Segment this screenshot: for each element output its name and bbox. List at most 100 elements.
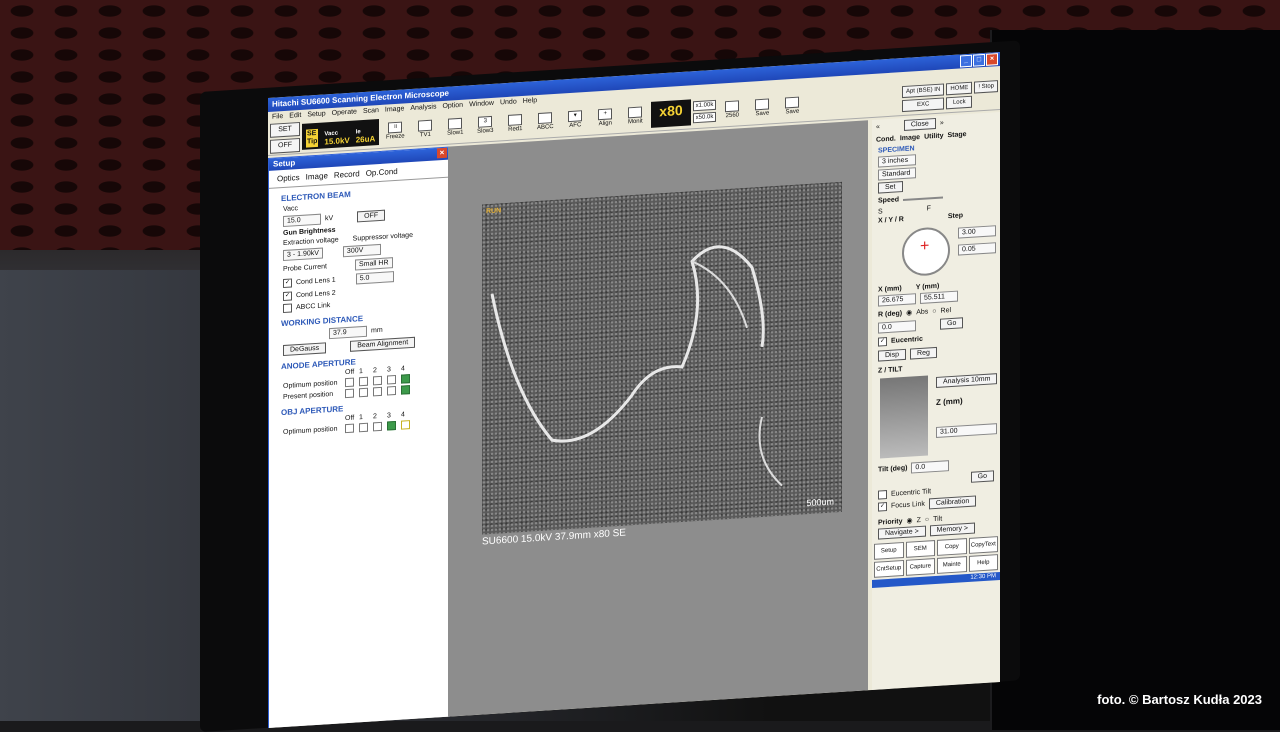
rel-radio[interactable]: ○ <box>932 307 936 314</box>
z-tilt-display[interactable] <box>880 375 928 459</box>
probe-mode-select[interactable]: Small HR <box>354 257 393 271</box>
anode-opt-2[interactable] <box>373 375 382 386</box>
menu-analysis[interactable]: Analysis <box>410 103 436 112</box>
analysis-button[interactable]: Analysis 10mm <box>936 373 998 388</box>
step-y-field[interactable]: 0.05 <box>958 242 996 256</box>
anode-opt-1[interactable] <box>359 376 368 387</box>
step-x-field[interactable]: 3.00 <box>958 225 996 239</box>
obj-opt-4[interactable] <box>401 420 410 430</box>
working-distance-select[interactable]: 37.9 <box>329 325 367 340</box>
cond-lens-1-checkbox[interactable]: ✓ <box>283 278 292 289</box>
eucentric-tilt-checkbox[interactable] <box>878 490 887 500</box>
tilt-value[interactable]: 0.0 <box>911 460 950 474</box>
obj-opt-2[interactable] <box>373 421 382 432</box>
tab-record[interactable]: Record <box>334 169 360 180</box>
memory-button[interactable]: Memory > <box>929 522 975 537</box>
afc-button[interactable]: ▾ AFC <box>561 109 589 131</box>
menu-setup[interactable]: Setup <box>307 110 325 118</box>
anode-pres-1[interactable] <box>359 387 368 398</box>
sem-micrograph[interactable]: RUN 500um <box>482 181 842 535</box>
speed-slider[interactable] <box>903 196 944 201</box>
navigate-button[interactable]: Navigate > <box>878 525 926 540</box>
vacc-select[interactable]: 15.0 <box>283 213 321 228</box>
eucentric-checkbox[interactable]: ✓ <box>878 337 887 347</box>
anode-opt-3[interactable] <box>387 374 396 385</box>
home-button[interactable]: HOME <box>946 81 973 96</box>
save-button-1[interactable]: Save <box>748 97 776 119</box>
anode-pres-off[interactable] <box>345 388 354 399</box>
obj-opt-off[interactable] <box>345 423 354 434</box>
stop-button[interactable]: ! Stop <box>974 80 998 94</box>
r-go-button[interactable]: Go <box>940 317 964 330</box>
maximize-button[interactable]: □ <box>973 53 985 67</box>
close-button[interactable]: × <box>986 53 998 66</box>
anode-opt-4[interactable] <box>401 374 410 384</box>
capture-shortcut[interactable]: Capture <box>905 558 935 576</box>
off-button[interactable]: OFF <box>270 137 300 154</box>
tab-op-cond[interactable]: Op.Cond <box>366 167 398 178</box>
prev-icon[interactable]: « <box>876 124 880 131</box>
setup-shortcut[interactable]: Setup <box>874 542 904 560</box>
panel-close-button[interactable]: Close <box>903 117 936 131</box>
menu-image[interactable]: Image <box>385 105 404 113</box>
vacc-off-button[interactable]: OFF <box>357 209 386 223</box>
disp-button[interactable]: Disp <box>878 348 907 362</box>
tilt-go-button[interactable]: Go <box>970 470 994 483</box>
save-button-2[interactable]: Save <box>778 95 806 117</box>
abcc-button[interactable]: ABCC <box>531 111 559 133</box>
tab-optics[interactable]: Optics <box>277 173 300 183</box>
resolution-2560-button[interactable]: 2560 <box>718 99 746 121</box>
menu-help[interactable]: Help <box>523 97 537 105</box>
r-value[interactable]: 0.0 <box>878 320 916 334</box>
menu-edit[interactable]: Edit <box>289 112 301 120</box>
sem-shortcut[interactable]: SEM <box>905 540 935 558</box>
reg-button[interactable]: Reg <box>910 346 937 360</box>
abcc-link-checkbox[interactable] <box>283 303 292 314</box>
extraction-voltage-select[interactable]: 3 - 1.90kV <box>283 247 323 262</box>
set-button[interactable]: SET <box>270 121 300 138</box>
specimen-set-button[interactable]: Set <box>878 181 903 194</box>
menu-operate[interactable]: Operate <box>332 108 357 117</box>
obj-opt-1[interactable] <box>359 422 368 433</box>
menu-scan[interactable]: Scan <box>363 107 379 115</box>
aperture-bse-button[interactable]: Apt (BSE) IN <box>901 83 945 99</box>
tab-stage[interactable]: Stage <box>948 131 967 139</box>
anode-pres-3[interactable] <box>387 385 396 396</box>
priority-tilt-radio[interactable]: ○ <box>925 516 929 523</box>
exc-button[interactable]: EXC <box>901 97 945 113</box>
stage-joystick[interactable] <box>902 226 950 278</box>
tab-image[interactable]: Image <box>306 171 328 181</box>
mag-preset-1k[interactable]: x1.00k <box>692 99 717 112</box>
degauss-button[interactable]: DeGauss <box>283 342 327 357</box>
monit-button[interactable]: Monit <box>621 105 649 127</box>
specimen-size[interactable]: 3 inches <box>878 154 916 168</box>
probe-current-select[interactable]: 5.0 <box>355 271 394 285</box>
specimen-holder[interactable]: Standard <box>878 167 916 181</box>
next-icon[interactable]: » <box>940 119 944 126</box>
slow3-button[interactable]: 3 Slow3 <box>471 114 499 136</box>
cntsetup-shortcut[interactable]: CntSetup <box>874 560 904 578</box>
priority-z-radio[interactable]: ◉ <box>907 516 913 524</box>
align-button[interactable]: + Align <box>591 107 619 129</box>
help-shortcut[interactable]: Help <box>968 554 998 572</box>
calibration-button[interactable]: Calibration <box>928 495 977 510</box>
obj-opt-3[interactable] <box>387 420 396 431</box>
menu-option[interactable]: Option <box>442 102 463 110</box>
tab-image-right[interactable]: Image <box>900 134 920 142</box>
copy-shortcut[interactable]: Copy <box>937 538 967 556</box>
cond-lens-2-checkbox[interactable]: ✓ <box>283 291 292 302</box>
red1-button[interactable]: Red1 <box>501 113 529 135</box>
abs-radio[interactable]: ◉ <box>906 308 912 316</box>
beam-alignment-button[interactable]: Beam Alignment <box>350 336 416 352</box>
mainte-shortcut[interactable]: Mainte <box>937 556 967 574</box>
minimize-button[interactable]: _ <box>960 54 972 68</box>
menu-file[interactable]: File <box>272 113 283 121</box>
tab-cond[interactable]: Cond. <box>876 136 896 144</box>
copytext-shortcut[interactable]: CopyText <box>968 536 998 554</box>
tv1-button[interactable]: TV1 <box>411 118 439 140</box>
z-value[interactable]: 31.00 <box>936 423 998 438</box>
menu-window[interactable]: Window <box>469 100 494 109</box>
focus-link-checkbox[interactable]: ✓ <box>878 502 887 512</box>
anode-pres-4[interactable] <box>401 385 410 395</box>
mag-preset-50k[interactable]: x50.0k <box>692 111 717 124</box>
